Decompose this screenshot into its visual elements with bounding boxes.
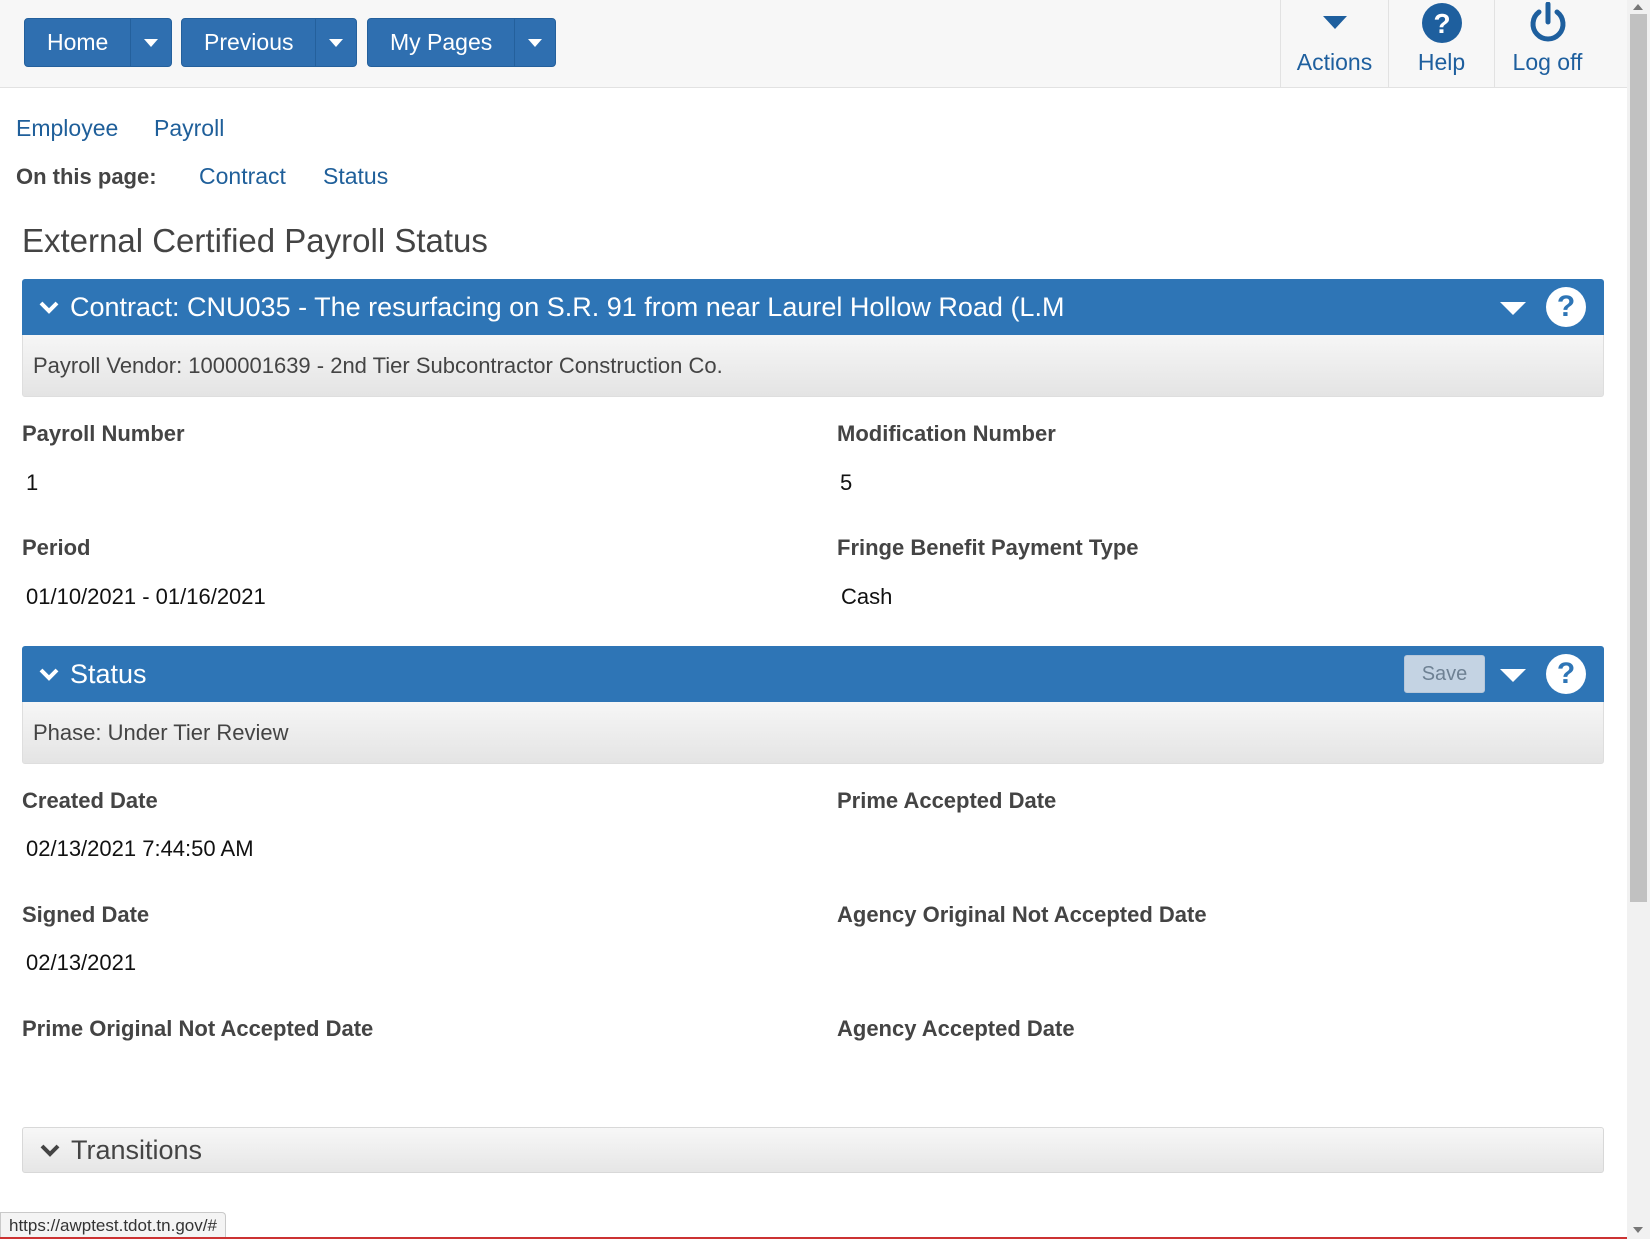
help-button[interactable]: ? Help xyxy=(1388,0,1494,88)
status-panel-help-icon[interactable]: ? xyxy=(1546,654,1586,694)
home-dropdown-toggle[interactable] xyxy=(131,19,171,66)
top-bar: Home Previous My Pages Actions ? Help Lo… xyxy=(0,0,1627,88)
prime-accepted-date-label: Prime Accepted Date xyxy=(837,788,1057,813)
fringe-benefit-label: Fringe Benefit Payment Type xyxy=(837,535,1139,560)
page-title: External Certified Payroll Status xyxy=(22,222,488,259)
caret-down-icon xyxy=(1323,16,1347,29)
scrollbar-thumb[interactable] xyxy=(1630,14,1647,902)
mypages-split-button[interactable]: My Pages xyxy=(367,18,557,67)
svg-text:?: ? xyxy=(1433,8,1450,39)
onpage-status-link[interactable]: Status xyxy=(323,163,388,190)
fringe-benefit-value: Cash xyxy=(841,584,893,609)
previous-split-button[interactable]: Previous xyxy=(181,18,358,67)
actions-button[interactable]: Actions xyxy=(1280,0,1388,88)
payroll-number-value: 1 xyxy=(26,470,39,495)
breadcrumb-employee-link[interactable]: Employee xyxy=(16,115,118,142)
phase-text: Phase: Under Tier Review xyxy=(22,702,1604,764)
scroll-down-icon[interactable] xyxy=(1633,1227,1643,1233)
agency-accepted-date-label: Agency Accepted Date xyxy=(837,1016,1075,1041)
logoff-label: Log off xyxy=(1512,49,1583,75)
contract-panel-help-icon[interactable]: ? xyxy=(1546,287,1586,327)
modification-number-label: Modification Number xyxy=(837,421,1056,446)
signed-date-value: 02/13/2021 xyxy=(26,950,137,975)
contract-panel-title: Contract: CNU035 - The resurfacing on S.… xyxy=(70,292,1065,322)
previous-dropdown-toggle[interactable] xyxy=(316,19,356,66)
transitions-panel-title: Transitions xyxy=(71,1135,203,1165)
onpage-contract-link[interactable]: Contract xyxy=(199,163,286,190)
chevron-down-icon xyxy=(329,38,344,47)
status-panel-menu-icon[interactable] xyxy=(1500,669,1526,682)
on-this-page-label: On this page: xyxy=(16,164,157,189)
created-date-value: 02/13/2021 7:44:50 AM xyxy=(26,836,254,861)
actions-label: Actions xyxy=(1296,49,1373,75)
status-panel-title: Status xyxy=(70,659,147,689)
transitions-panel-header[interactable]: Transitions xyxy=(22,1127,1604,1173)
prime-original-not-accepted-date-label: Prime Original Not Accepted Date xyxy=(22,1016,374,1041)
chevron-down-icon xyxy=(40,1144,60,1157)
vertical-scrollbar[interactable] xyxy=(1627,0,1650,1239)
payroll-number-label: Payroll Number xyxy=(22,421,185,446)
mypages-button[interactable]: My Pages xyxy=(368,19,516,66)
created-date-label: Created Date xyxy=(22,788,158,813)
previous-button[interactable]: Previous xyxy=(182,19,317,66)
modification-number-value: 5 xyxy=(840,470,853,495)
help-icon: ? xyxy=(1422,3,1462,43)
chevron-down-icon xyxy=(528,38,543,47)
agency-original-not-accepted-date-label: Agency Original Not Accepted Date xyxy=(837,902,1207,927)
breadcrumb-payroll-link[interactable]: Payroll xyxy=(154,115,224,142)
contract-panel-menu-icon[interactable] xyxy=(1500,302,1526,315)
chevron-down-icon xyxy=(39,668,59,681)
power-icon xyxy=(1530,2,1566,42)
payroll-vendor-text: Payroll Vendor: 1000001639 - 2nd Tier Su… xyxy=(22,335,1604,397)
contract-panel-header[interactable]: Contract: CNU035 - The resurfacing on S.… xyxy=(22,279,1604,335)
period-value: 01/10/2021 - 01/16/2021 xyxy=(26,584,266,609)
mypages-dropdown-toggle[interactable] xyxy=(515,19,555,66)
chevron-down-icon xyxy=(39,301,59,314)
home-split-button[interactable]: Home xyxy=(24,18,173,67)
save-button[interactable]: Save xyxy=(1404,655,1485,693)
status-panel-header[interactable]: Status Save ? xyxy=(22,646,1604,702)
scroll-up-icon[interactable] xyxy=(1633,4,1643,10)
help-label: Help xyxy=(1417,49,1466,75)
logoff-button[interactable]: Log off xyxy=(1494,0,1600,88)
link-status-bar: https://awptest.tdot.tn.gov/# xyxy=(0,1212,226,1239)
period-label: Period xyxy=(22,535,91,560)
chevron-down-icon xyxy=(144,38,159,47)
home-button[interactable]: Home xyxy=(25,19,132,66)
signed-date-label: Signed Date xyxy=(22,902,150,927)
